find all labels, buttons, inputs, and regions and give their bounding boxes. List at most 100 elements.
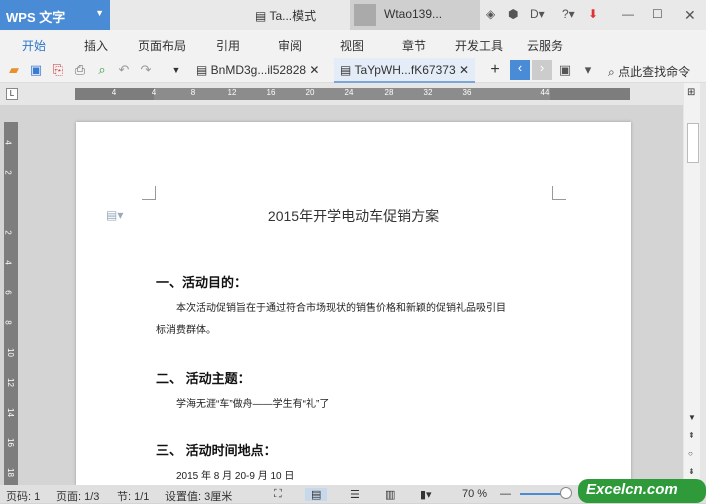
close-button[interactable]: ✕ xyxy=(684,7,696,24)
export-pdf-icon[interactable]: ⎘ xyxy=(50,62,66,78)
ruler-tick-label: 4 xyxy=(111,88,117,97)
menu-view[interactable]: 视图 xyxy=(340,37,364,54)
redo-icon[interactable]: ↷ xyxy=(138,62,154,78)
paragraph: 2015 年 8 月 20-9 月 10 日 xyxy=(176,471,295,482)
app-name: WPS 文字 xyxy=(6,10,66,25)
setting-value[interactable]: 设置值: 3厘米 xyxy=(165,488,232,504)
web-view-icon[interactable]: ▥ xyxy=(385,488,395,501)
paragraph: 标消费群体。 xyxy=(156,325,216,336)
scroll-thumb[interactable] xyxy=(687,123,699,163)
prev-page-icon[interactable]: ⇞ xyxy=(688,431,695,440)
menu-cloud[interactable]: 云服务 xyxy=(527,37,563,54)
ruler-tick-label: 16 xyxy=(5,438,15,447)
doc-tab-2[interactable]: ▤ TaYpWH...fK67373 ✕ xyxy=(334,58,476,83)
select-browse-icon[interactable]: ○ xyxy=(688,449,693,458)
watermark-text: Excelcn.com xyxy=(586,481,678,498)
tab-label: TaYpWH...fK67373 xyxy=(354,63,456,77)
paragraph: 学海无涯“车”做舟——学生有“礼”了 xyxy=(176,399,330,410)
section-heading: 三、 活动时间地点： xyxy=(156,443,277,458)
minimize-button[interactable]: — xyxy=(622,7,634,21)
section-info: 节: 1/1 xyxy=(117,491,150,503)
search-label: 点此查找命令 xyxy=(618,65,691,79)
ruler-tick-label: 44 xyxy=(540,88,550,97)
next-page-icon[interactable]: ⇟ xyxy=(688,467,695,476)
user-name: Wtao139... xyxy=(384,7,443,21)
maximize-button[interactable]: ☐ xyxy=(652,7,663,21)
ruler-tick-label: 8 xyxy=(190,88,196,97)
ruler-tick-label: 2 xyxy=(3,170,13,175)
settings-icon[interactable]: ⬢ xyxy=(508,7,518,21)
document-page[interactable]: ▤▾ 2015年开学电动车促销方案 一、活动目的： 本次活动促销旨在于通过符合市… xyxy=(76,122,631,485)
tab-prev-button[interactable]: ‹ xyxy=(510,60,530,80)
scroll-down-icon[interactable]: ▼ xyxy=(688,413,696,422)
help-icon[interactable]: ?▾ xyxy=(562,7,575,21)
tab-next-button[interactable]: › xyxy=(532,60,552,80)
ruler-tick-label: 16 xyxy=(266,88,276,97)
ruler-tick-label: 28 xyxy=(384,88,394,97)
open-icon[interactable]: ▰ xyxy=(6,62,22,78)
print-icon[interactable]: ⎙ xyxy=(72,62,88,78)
section-heading: 二、 活动主题： xyxy=(156,371,251,386)
menu-chapter[interactable]: 章节 xyxy=(402,37,426,54)
reading-view-icon[interactable]: ▮▾ xyxy=(420,488,432,501)
more-dropdown-icon[interactable]: ▼ xyxy=(168,62,184,78)
search-command[interactable]: ⌕ 点此查找命令 xyxy=(608,63,690,80)
pin-icon[interactable]: ▾ xyxy=(580,62,596,78)
ruler-tick-label: 12 xyxy=(227,88,237,97)
avatar xyxy=(354,4,376,26)
search-icon: ⌕ xyxy=(608,65,615,79)
d-icon[interactable]: D▾ xyxy=(530,7,545,21)
app-menu-button[interactable]: WPS 文字 ▼ xyxy=(0,0,110,30)
user-account[interactable]: Wtao139... xyxy=(350,0,480,30)
paragraph: 本次活动促销旨在于通过符合市场现状的销售价格和新颖的促销礼品吸引目 xyxy=(176,303,506,314)
undo-icon[interactable]: ↶ xyxy=(116,62,132,78)
page-number: 页码: 1 xyxy=(6,491,41,503)
page-view-icon[interactable]: ▤ xyxy=(305,488,328,501)
ruler-tick-label: 2 xyxy=(3,230,13,235)
skin-icon[interactable]: ◈ xyxy=(486,7,495,21)
menu-insert[interactable]: 插入 xyxy=(84,37,108,54)
chevron-down-icon: ▼ xyxy=(95,8,104,18)
ruler-tick-label: 18 xyxy=(5,468,15,477)
ruler-tick-label: 4 xyxy=(151,88,157,97)
zoom-slider-handle[interactable] xyxy=(560,487,572,499)
zoom-out-icon[interactable]: — xyxy=(500,488,511,500)
menu-page-layout[interactable]: 页面布局 xyxy=(138,37,186,54)
horizontal-ruler[interactable]: 4 4 8 12 16 20 24 28 32 36 44 xyxy=(75,88,630,100)
margin-mark xyxy=(552,186,566,200)
fullscreen-icon[interactable]: ⛶ xyxy=(274,488,282,501)
page-count: 页面: 1/3 xyxy=(56,491,100,503)
split-icon[interactable]: ⊞ xyxy=(687,87,695,98)
margin-mark xyxy=(142,186,156,200)
zoom-level[interactable]: 70 % xyxy=(462,488,487,500)
print-preview-icon[interactable]: ⌕ xyxy=(94,62,110,78)
ruler-tick-label: 14 xyxy=(5,408,15,417)
save-icon[interactable]: ▣ xyxy=(28,62,44,78)
section-heading: 一、活动目的： xyxy=(156,275,248,290)
document-title: 2015年开学电动车促销方案 xyxy=(267,208,440,224)
new-tab-icon[interactable]: + xyxy=(487,62,503,78)
ruler-tick-label: 32 xyxy=(423,88,433,97)
vertical-scrollbar[interactable]: ⊞ ▼ ⇞ ○ ⇟ xyxy=(683,83,706,485)
ruler-tick-label: 6 xyxy=(3,290,13,295)
watermark-logo: Excelcn.com xyxy=(578,479,706,503)
doc-title-text: Ta...模式 xyxy=(269,9,317,23)
menu-references[interactable]: 引用 xyxy=(216,37,240,54)
vertical-ruler[interactable]: 4 2 2 4 6 8 10 12 14 16 18 xyxy=(4,122,18,485)
title-bar: WPS 文字 ▼ ▤ Ta...模式 Wtao139... ◈ ⬢ D▾ ?▾ ⬇… xyxy=(0,0,706,30)
menu-developer[interactable]: 开发工具 xyxy=(455,37,503,54)
ribbon-menu: 开始 插入 页面布局 引用 审阅 视图 章节 开发工具 云服务 xyxy=(0,30,706,58)
ruler-tick-label: 10 xyxy=(5,348,15,357)
ruler-tick-label: 4 xyxy=(3,260,13,265)
quick-toolbar: ▰ ▣ ⎘ ⎙ ⌕ ↶ ↷ ▼ ▤ BnMD3g...il52828 ✕ ▤ T… xyxy=(0,58,706,83)
download-icon[interactable]: ⬇ xyxy=(588,7,598,21)
present-icon[interactable]: ▣ xyxy=(557,62,573,78)
menu-home[interactable]: 开始 xyxy=(22,37,46,54)
tab-stop-selector[interactable]: L xyxy=(6,88,18,100)
menu-review[interactable]: 审阅 xyxy=(278,37,302,54)
document-title: ▤ Ta...模式 xyxy=(255,9,317,23)
tab-label: BnMD3g...il52828 xyxy=(210,63,307,77)
doc-tab-1[interactable]: ▤ BnMD3g...il52828 ✕ xyxy=(190,58,325,83)
outline-view-icon[interactable]: ☰ xyxy=(350,488,360,501)
ruler-tick-label: 24 xyxy=(344,88,354,97)
